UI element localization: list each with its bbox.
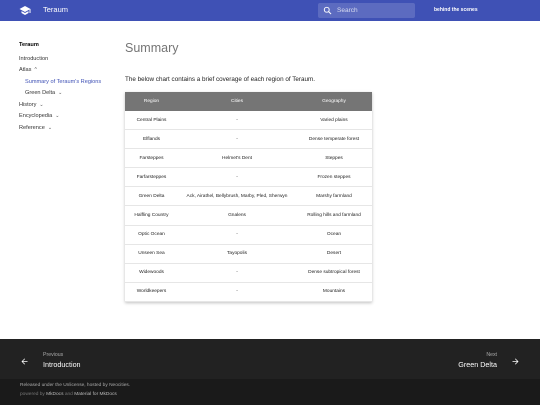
sidebar-item-introduction[interactable]: Introduction: [19, 53, 119, 65]
column-header-cities: Cities: [231, 99, 243, 104]
table-row: Worldkeepers - Mountains: [125, 282, 372, 302]
cities-cell: -: [236, 136, 238, 142]
previous-label: Previous: [43, 352, 64, 358]
behind-the-scenes-link[interactable]: behind the scenes: [434, 7, 478, 13]
geography-cell: Marshy farmland: [316, 193, 352, 199]
sidebar-item-summary[interactable]: Summary of Teraum's Regions: [19, 76, 119, 88]
chevron-down-icon: ⌄: [39, 101, 44, 108]
cities-cell: Helmet's Dent: [222, 155, 252, 161]
material-link[interactable]: Material for MkDocs: [74, 392, 117, 397]
and-label: and: [64, 392, 73, 397]
previous-page-title[interactable]: Introduction: [43, 360, 81, 369]
cities-cell: -: [236, 289, 238, 295]
search-input[interactable]: [337, 5, 411, 16]
table-header: Region Cities Geography: [125, 92, 372, 111]
geography-cell: Varied plains: [320, 117, 348, 123]
geography-cell: Dense temperate forest: [308, 136, 360, 142]
table-row: Central Plains - Varied plains: [125, 111, 372, 131]
table-row: Elflands - Dense temperate forest: [125, 130, 372, 150]
page-title: Summary: [125, 41, 179, 55]
footer-meta: Released under the Unlicense, hosted by …: [0, 379, 540, 405]
region-cell: Green Delta: [138, 193, 165, 199]
sidebar-item-green-delta[interactable]: Green Delta ⌄: [19, 88, 119, 100]
license-text: Released under the Unlicense, hosted by …: [20, 383, 131, 388]
header-bar: Teraum behind the scenes: [0, 0, 540, 21]
sidebar-item-reference[interactable]: Reference ⌄: [19, 122, 119, 134]
cities-cell: -: [236, 174, 238, 180]
table-row: Farsteppes Helmet's Dent Steppes: [125, 149, 372, 169]
footer: Previous Introduction Next Green Delta R…: [0, 339, 540, 405]
chevron-up-icon: ^: [34, 67, 37, 74]
chevron-down-icon: ⌄: [58, 90, 63, 97]
footer-nav: Previous Introduction Next Green Delta: [0, 339, 540, 379]
powered-by-label: powered by: [20, 392, 45, 397]
region-cell: Elflands: [142, 136, 161, 142]
intro-text: The below chart contains a brief coverag…: [125, 76, 315, 83]
chevron-down-icon: ⌄: [55, 113, 60, 120]
nav-title: Teraum: [19, 42, 39, 48]
region-cell: Farsteppes: [139, 155, 164, 161]
region-cell: Widewoods: [139, 270, 164, 276]
cities-cell: Ack, Airathel, Bellybrush, Marby, Pled, …: [186, 193, 288, 199]
sidebar-item-label: Encyclopedia: [19, 113, 53, 120]
geography-cell: Dense subtropical forest: [308, 270, 360, 276]
site-title[interactable]: Teraum: [43, 5, 68, 14]
table-row: Widewoods - Dense subtropical forest: [125, 263, 372, 283]
region-cell: Worldkeepers: [136, 289, 167, 295]
table-row: Halfling Country Gnalens Rolling hills a…: [125, 206, 372, 226]
table-row: Farfarsteppes - Frozen steppes: [125, 168, 372, 188]
column-header-region: Region: [143, 99, 160, 104]
region-cell: Farfarsteppes: [136, 174, 167, 180]
sidebar-item-label: Summary of Teraum's Regions: [25, 78, 102, 85]
geography-cell: Mountains: [322, 289, 346, 295]
cities-cell: Gnalens: [228, 213, 246, 219]
main-content: Summary The below chart contains a brief…: [125, 41, 375, 83]
region-cell: Unseen Sea: [138, 251, 165, 257]
geography-cell: Ocean: [326, 232, 342, 238]
geography-cell: Frozen steppes: [317, 174, 351, 180]
sidebar-item-label: Green Delta: [25, 90, 56, 97]
sidebar-item-label: Introduction: [19, 55, 49, 62]
sidebar-nav: Teraum Introduction Atlas ^ Summary of T…: [19, 42, 119, 134]
chevron-down-icon: ⌄: [47, 124, 53, 131]
sidebar-item-encyclopedia[interactable]: Encyclopedia ⌄: [19, 111, 119, 123]
sidebar-item-history[interactable]: History ⌄: [19, 99, 119, 111]
geography-cell: Desert: [326, 251, 342, 257]
arrow-left-icon[interactable]: [20, 357, 29, 366]
sidebar-item-label: Atlas: [19, 67, 32, 74]
region-cell: Central Plains: [136, 117, 167, 123]
sidebar-item-atlas[interactable]: Atlas ^: [19, 65, 119, 77]
next-label: Next: [486, 352, 497, 358]
arrow-right-icon[interactable]: [511, 357, 520, 366]
search-box[interactable]: [318, 3, 415, 18]
search-icon: [323, 6, 332, 15]
table-row: Optic Ocean - Ocean: [125, 225, 372, 245]
cities-cell: -: [236, 117, 238, 123]
powered-by: powered by MkDocs and Material for MkDoc…: [20, 392, 117, 397]
next-page-title[interactable]: Green Delta: [458, 360, 497, 369]
region-cell: Optic Ocean: [138, 232, 165, 238]
table-row: Green Delta Ack, Airathel, Bellybrush, M…: [125, 187, 372, 207]
geography-cell: Steppes: [325, 155, 343, 161]
graduation-cap-icon[interactable]: [19, 5, 31, 16]
geography-cell: Rolling hills and farmland: [307, 213, 361, 219]
table-row: Unseen Sea Tayopolis Desert: [125, 244, 372, 264]
sidebar-item-label: History: [19, 101, 37, 108]
mkdocs-link[interactable]: MkDocs: [46, 392, 63, 397]
region-cell: Halfling Country: [134, 213, 169, 219]
regions-table: Region Cities Geography Central Plains -…: [125, 92, 372, 302]
sidebar-item-label: Reference: [19, 124, 45, 131]
cities-cell: -: [236, 270, 238, 276]
column-header-geography: Geography: [322, 99, 346, 104]
cities-cell: Tayopolis: [227, 251, 247, 257]
cities-cell: -: [236, 232, 238, 238]
